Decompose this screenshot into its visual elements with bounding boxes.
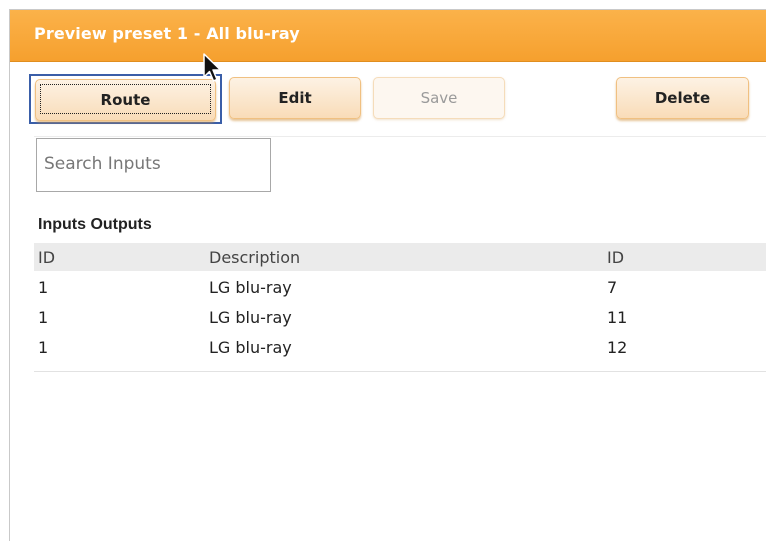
save-button[interactable]: Save bbox=[373, 77, 505, 119]
window-title: Preview preset 1 - All blu-ray bbox=[34, 24, 300, 43]
input-id-cell: 1 bbox=[38, 278, 49, 297]
save-button-label: Save bbox=[420, 89, 458, 107]
arrow-pointer-icon bbox=[203, 53, 222, 82]
focus-indicator bbox=[40, 84, 211, 114]
table-header: ID Description ID bbox=[34, 243, 766, 271]
search-input[interactable]: Search Inputs bbox=[36, 138, 271, 192]
edit-button-label: Edit bbox=[278, 89, 312, 107]
title-bar: Preview preset 1 - All blu-ray bbox=[10, 10, 766, 62]
delete-button[interactable]: Delete bbox=[616, 77, 749, 119]
column-header-input-id: ID bbox=[38, 248, 56, 267]
description-cell: LG blu-ray bbox=[209, 278, 292, 297]
table-row[interactable]: 1 LG blu-ray 11 bbox=[34, 304, 766, 334]
output-id-cell: 11 bbox=[607, 308, 628, 327]
input-id-cell: 1 bbox=[38, 308, 49, 327]
table-row[interactable]: 1 LG blu-ray 7 bbox=[34, 274, 766, 304]
column-header-output-id: ID bbox=[607, 248, 625, 267]
column-header-description: Description bbox=[209, 248, 301, 267]
edit-button[interactable]: Edit bbox=[229, 77, 361, 119]
delete-button-label: Delete bbox=[654, 89, 711, 107]
input-id-cell: 1 bbox=[38, 338, 49, 357]
output-id-cell: 7 bbox=[607, 278, 618, 297]
section-label: Inputs Outputs bbox=[38, 216, 152, 233]
table-row[interactable]: 1 LG blu-ray 12 bbox=[34, 334, 766, 364]
description-cell: LG blu-ray bbox=[209, 338, 292, 357]
output-id-cell: 12 bbox=[607, 338, 628, 357]
description-cell: LG blu-ray bbox=[209, 308, 292, 327]
preset-window: Preview preset 1 - All blu-ray Route Edi… bbox=[9, 9, 766, 541]
toolbar-divider bbox=[34, 136, 766, 137]
route-button-focus-ring: Route bbox=[29, 74, 222, 124]
inputs-outputs-panel: Inputs Outputs ID Description ID 1 LG bl… bbox=[34, 202, 766, 372]
